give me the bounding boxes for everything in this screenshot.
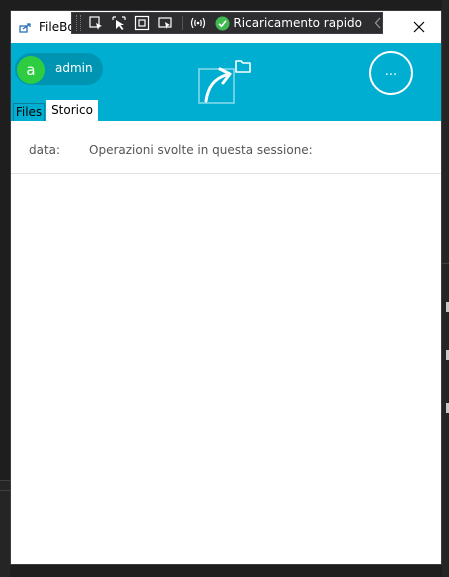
background-panel-right <box>442 0 449 577</box>
select-element-icon <box>89 16 102 30</box>
date-column-label: data: <box>29 143 61 157</box>
toolbar-separator <box>181 16 183 30</box>
checkmark-circle-icon <box>215 16 230 30</box>
hot-reload-label: Ricaricamento rapido <box>233 16 362 30</box>
history-header-row: data: Operazioni svolte in questa sessio… <box>11 121 441 174</box>
close-button[interactable] <box>403 13 435 41</box>
app-window: FileBo a admin ... Files Storico data: O… <box>10 10 442 565</box>
app-icon <box>19 23 31 33</box>
chevron-left-icon <box>374 17 381 29</box>
app-logo-icon <box>198 60 251 104</box>
background-panel-bottom <box>0 480 10 577</box>
display-adorners-icon <box>112 16 126 30</box>
select-element-button[interactable] <box>88 14 104 32</box>
background-divider <box>0 480 10 481</box>
background-divider <box>442 263 449 264</box>
close-icon <box>413 21 425 33</box>
background-divider <box>0 490 10 491</box>
layout-adorners-button[interactable] <box>157 14 173 32</box>
hot-reload-status-button[interactable] <box>189 14 207 32</box>
more-options-button[interactable]: ... <box>369 51 413 95</box>
tab-storico[interactable]: Storico <box>46 100 98 121</box>
collapse-toolbar-button[interactable] <box>374 17 382 29</box>
window-title: FileBo <box>39 20 75 34</box>
operations-column-label: Operazioni svolte in questa sessione: <box>89 143 313 157</box>
avatar: a <box>17 56 45 84</box>
user-badge[interactable]: a admin <box>15 53 103 85</box>
tab-files[interactable]: Files <box>13 103 45 121</box>
hot-reload-indicator[interactable]: Ricaricamento rapido <box>215 16 362 31</box>
track-focus-icon <box>134 15 149 31</box>
hot-reload-status-icon <box>191 17 206 29</box>
toolbar-grip[interactable] <box>76 15 81 31</box>
history-list <box>11 174 441 564</box>
display-adorners-button[interactable] <box>111 14 127 32</box>
track-focus-button[interactable] <box>134 14 150 32</box>
history-panel: data: Operazioni svolte in questa sessio… <box>11 121 441 564</box>
app-header: a admin ... Files Storico <box>11 43 441 121</box>
username-label: admin <box>55 61 93 75</box>
debug-toolbar: Ricaricamento rapido <box>71 12 383 34</box>
layout-adorners-icon <box>158 17 172 29</box>
